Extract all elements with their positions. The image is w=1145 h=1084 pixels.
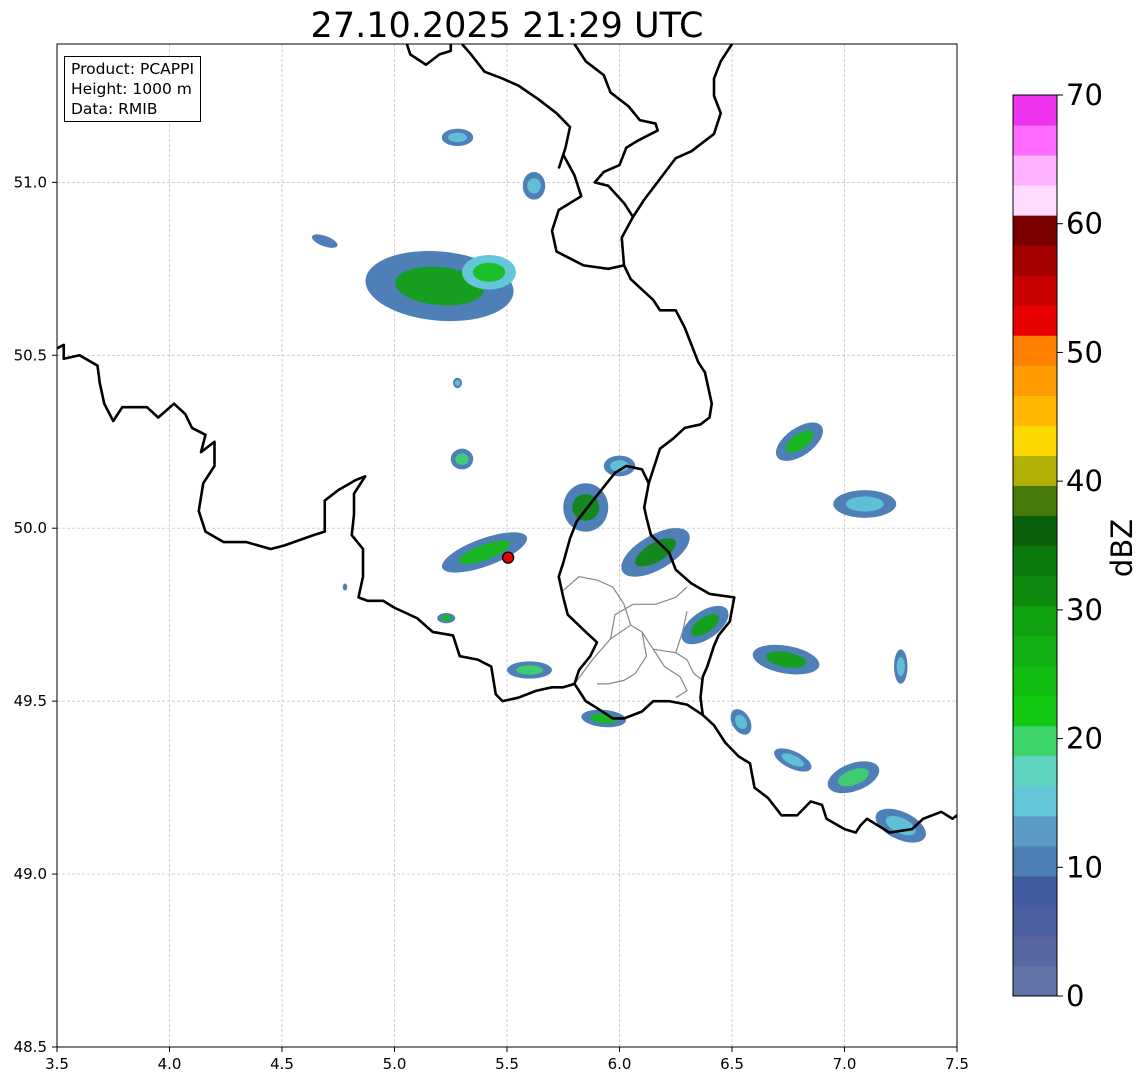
colorbar-segment xyxy=(1013,665,1057,697)
country-border-line xyxy=(631,44,734,218)
colorbar-segment xyxy=(1013,575,1057,607)
product-label: Product: PCAPPI xyxy=(71,60,195,78)
echo-cell xyxy=(437,612,456,624)
colorbar-tick-label: 10 xyxy=(1066,850,1103,884)
x-tick-label: 4.0 xyxy=(158,1055,182,1073)
x-tick-label: 4.5 xyxy=(270,1055,294,1073)
colorbar-label: dBZ xyxy=(1105,519,1139,577)
radar-map: 3.5 4.0 4.5 5.0 5.5 6.0 6.5 7.0 7.5 48.5 49.0 49.5 5… xyxy=(14,43,1139,1073)
colorbar-tick-label: 30 xyxy=(1066,593,1103,627)
y-tick-label: 50.5 xyxy=(14,346,47,364)
radar-site xyxy=(501,551,515,564)
country-border-line xyxy=(461,44,572,169)
colorbar-tick-label: 20 xyxy=(1066,722,1103,756)
product-info-box: Product: PCAPPI Height: 1000 m Data: RMI… xyxy=(64,56,202,122)
colorbar-segment xyxy=(1013,635,1057,667)
echo-cell xyxy=(894,649,908,684)
colorbar-segment xyxy=(1013,305,1057,336)
radar-site-marker xyxy=(501,551,515,564)
colorbar-tick-label: 70 xyxy=(1066,78,1103,112)
x-tick-label: 5.5 xyxy=(495,1055,519,1073)
x-tick-label: 6.0 xyxy=(608,1055,632,1073)
echo-cell xyxy=(507,661,552,679)
colorbar-segment xyxy=(1013,515,1057,546)
admin-boundary-line xyxy=(562,575,632,626)
colorbar-segment xyxy=(1013,785,1057,817)
x-tick-label: 7.5 xyxy=(945,1055,969,1073)
colorbar-segment xyxy=(1013,935,1057,967)
echo-core xyxy=(454,380,461,386)
colorbar-segment xyxy=(1013,485,1057,516)
y-tick-label: 50.0 xyxy=(14,519,47,537)
echo-cell xyxy=(441,128,474,147)
colorbar-segment xyxy=(1013,425,1057,456)
echo-cell xyxy=(462,254,516,290)
echo-cell xyxy=(450,448,474,470)
colorbar-segment xyxy=(1013,875,1057,907)
colorbar-segment xyxy=(1013,755,1057,787)
echo-cell xyxy=(311,234,338,248)
colorbar-tick-label: 60 xyxy=(1066,207,1103,241)
echo-cell xyxy=(833,490,897,518)
admin-boundary-line xyxy=(597,631,648,685)
echo-core xyxy=(896,657,905,677)
colorbar-segment xyxy=(1013,605,1057,637)
echo-core xyxy=(448,132,467,143)
reflectivity-echoes xyxy=(311,128,926,843)
echo-core xyxy=(845,496,884,512)
echo-cell xyxy=(453,377,462,389)
colorbar-tick-label: 0 xyxy=(1066,979,1084,1013)
country-border-line xyxy=(550,154,625,271)
echo-core xyxy=(472,262,506,282)
echo-core xyxy=(440,615,452,621)
x-tick-label: 3.5 xyxy=(45,1055,69,1073)
colorbar-segment xyxy=(1013,335,1057,366)
colorbar-tick-label: 50 xyxy=(1066,335,1103,369)
y-tick-label: 49.0 xyxy=(14,865,47,883)
colorbar-segment xyxy=(1013,245,1057,276)
colorbar-segment xyxy=(1013,365,1057,396)
y-tick-label: 49.5 xyxy=(14,692,47,710)
echo-cell xyxy=(441,532,528,573)
colorbar-segment xyxy=(1013,185,1057,216)
colorbar-segment xyxy=(1013,545,1057,577)
colorbar-segment xyxy=(1013,845,1057,877)
data-source-label: Data: RMIB xyxy=(71,100,158,118)
x-tick-label: 7.0 xyxy=(833,1055,857,1073)
echo-cell xyxy=(730,709,752,735)
x-tick-label: 5.0 xyxy=(383,1055,407,1073)
y-tick-label: 51.0 xyxy=(14,173,47,191)
colorbar: 0 10 20 30 40 50 60 70 dBZ xyxy=(1012,78,1139,1013)
colorbar-segment xyxy=(1013,455,1057,486)
country-border-line xyxy=(405,44,453,67)
colorbar-segment xyxy=(1013,725,1057,757)
echo-core xyxy=(516,665,543,675)
echo-cell xyxy=(752,644,820,675)
colorbar-segment xyxy=(1013,815,1057,847)
echo-core xyxy=(527,178,541,194)
echo-cell xyxy=(776,422,823,461)
colorbar-segment xyxy=(1013,95,1057,126)
colorbar-segment xyxy=(1013,695,1057,727)
echo-cell xyxy=(827,761,880,794)
colorbar-segment xyxy=(1013,125,1057,156)
colorbar-segment xyxy=(1013,275,1057,306)
echo-cell xyxy=(774,748,812,772)
x-tick-label: 6.5 xyxy=(720,1055,744,1073)
colorbar-segment xyxy=(1013,905,1057,937)
y-tick-label: 48.5 xyxy=(14,1038,47,1056)
colorbar-segment xyxy=(1013,395,1057,426)
colorbar-segment xyxy=(1013,215,1057,246)
height-label: Height: 1000 m xyxy=(71,80,192,98)
echo-core xyxy=(455,453,469,465)
echo-cell xyxy=(342,583,348,591)
colorbar-segment xyxy=(1013,155,1057,186)
colorbar-tick-label: 40 xyxy=(1066,464,1103,498)
echo-cell xyxy=(522,171,546,200)
colorbar-segment xyxy=(1013,965,1057,997)
echo-core xyxy=(343,585,347,589)
